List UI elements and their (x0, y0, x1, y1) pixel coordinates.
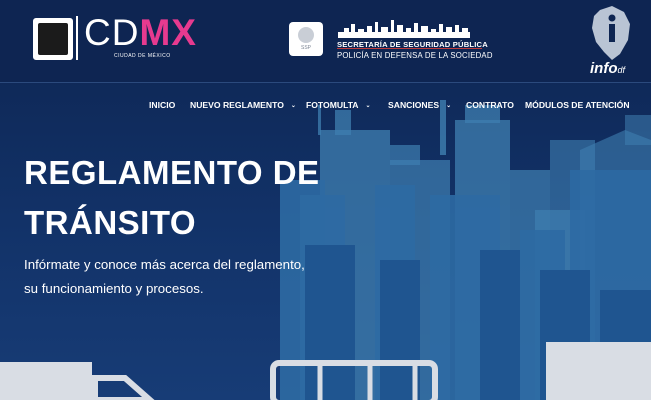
page: CDMX CIUDAD DE MÉXICO SSP SECRETARÍA DE … (0, 0, 651, 400)
infodf-suffix: df (617, 65, 626, 75)
hero-title-line1: REGLAMENTO DE (24, 154, 320, 191)
cdmx-emblem-icon[interactable] (33, 18, 73, 60)
ssp-subtitle: POLICÍA EN DEFENSA DE LA SOCIEDAD (337, 51, 493, 60)
chevron-down-icon: ⌄ (446, 103, 452, 109)
nav-item-label: CONTRATO (466, 100, 514, 110)
logo-divider (76, 16, 78, 60)
nav-item-fotomulta[interactable]: FOTOMULTA ⌄ (306, 100, 371, 110)
ssp-divider (337, 48, 482, 49)
nav-item-contrato[interactable]: CONTRATO (466, 100, 514, 110)
cdmx-map-icon[interactable] (590, 6, 634, 60)
cdmx-logo-part1: CD (84, 12, 140, 53)
hero-title-line2: TRÁNSITO (24, 204, 197, 241)
nav-item-sanciones[interactable]: SANCIONES ⌄ (388, 100, 451, 110)
nav-item-label: FOTOMULTA (306, 100, 359, 110)
nav-item-modulos-de-atencion[interactable]: MÓDULOS DE ATENCIÓN (525, 100, 630, 110)
ssp-badge-icon[interactable]: SSP (289, 22, 323, 56)
nav-item-label: NUEVO REGLAMENTO (190, 100, 284, 110)
city-skyline-icon (338, 20, 470, 38)
cdmx-logo-part2: MX (139, 12, 197, 53)
infodf-logo[interactable]: infodf (590, 60, 625, 77)
header-bar: CDMX CIUDAD DE MÉXICO SSP SECRETARÍA DE … (0, 0, 651, 83)
vehicles-illustration (0, 342, 651, 400)
hero-description: Infórmate y conoce más acerca del reglam… (24, 253, 324, 301)
infodf-word: info (590, 60, 618, 77)
nav-item-inicio[interactable]: INICIO (149, 100, 175, 110)
nav-item-label: INICIO (149, 100, 176, 110)
chevron-down-icon: ⌄ (290, 103, 296, 109)
hero-title: REGLAMENTO DE TRÁNSITO (24, 148, 324, 248)
nav-item-label: MÓDULOS DE ATENCIÓN (525, 100, 630, 110)
cdmx-logo[interactable]: CDMX (84, 12, 197, 54)
nav-item-nuevo-reglamento[interactable]: NUEVO REGLAMENTO ⌄ (190, 100, 296, 110)
main-nav: INICIO NUEVO REGLAMENTO ⌄ FOTOMULTA ⌄ SANC… (0, 92, 651, 118)
ssp-badge-text: SSP (300, 45, 311, 51)
hero-description-line2: su funcionamiento y procesos. (24, 281, 204, 296)
nav-item-label: SANCIONES (388, 100, 440, 110)
cdmx-subtitle: CIUDAD DE MÉXICO (114, 53, 171, 59)
chevron-down-icon: ⌄ (365, 103, 371, 109)
hero-description-line1: Infórmate y conoce más acerca del reglam… (24, 257, 305, 272)
